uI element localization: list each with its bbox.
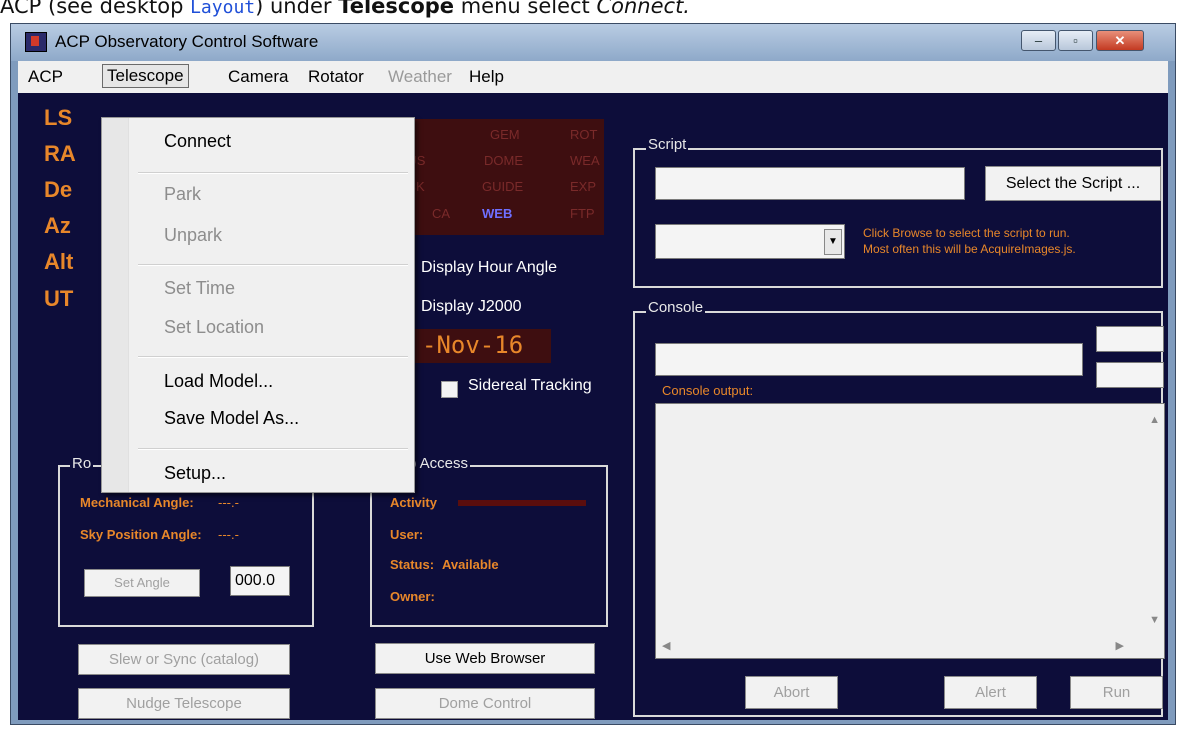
layout-link[interactable]: Layout: [190, 0, 255, 18]
caption-mid: ) under: [255, 0, 339, 18]
display-hour-angle-label[interactable]: Display Hour Angle: [421, 259, 557, 277]
label-lst: LS: [44, 105, 73, 130]
menu-acp[interactable]: ACP: [24, 66, 67, 88]
script-hint-line1: Click Browse to select the script to run…: [863, 226, 1070, 240]
sidereal-tracking-label: Sidereal Tracking: [468, 377, 592, 394]
indicator-exp: EXP: [570, 179, 597, 194]
status-indicator-grid: EV GEM ROT CUS DOME WEA ACK GUIDE EXP R …: [396, 119, 604, 235]
activity-label: Activity: [390, 495, 437, 510]
label-dec: De: [44, 177, 73, 202]
console-input[interactable]: [655, 343, 1083, 376]
sky-position-angle-label: Sky Position Angle:: [80, 527, 202, 542]
abort-button[interactable]: Abort: [745, 676, 838, 709]
menu-separator: [138, 172, 408, 174]
date-value: -Nov-16: [422, 331, 524, 359]
app-icon: [25, 32, 47, 52]
owner-label: Owner:: [390, 589, 435, 604]
menu-item-unpark[interactable]: Unpark: [164, 225, 222, 246]
menu-item-setup[interactable]: Setup...: [164, 463, 226, 484]
indicator-rot: ROT: [570, 127, 598, 142]
alert-button[interactable]: Alert: [944, 676, 1037, 709]
label-az: Az: [44, 213, 71, 238]
title-bar[interactable]: ACP Observatory Control Software – ▫ ✕: [11, 24, 1175, 61]
console-side-button-1[interactable]: [1096, 326, 1164, 352]
script-path-input[interactable]: [655, 167, 965, 200]
activity-bar: [458, 500, 586, 506]
instruction-caption: ACP (see desktop Layout) under Telescope…: [0, 0, 690, 18]
menu-weather[interactable]: Weather: [384, 66, 456, 88]
close-button[interactable]: ✕: [1096, 30, 1144, 51]
use-web-browser-button[interactable]: Use Web Browser: [375, 643, 595, 674]
slew-sync-button[interactable]: Slew or Sync (catalog): [78, 644, 290, 675]
menu-item-set-location[interactable]: Set Location: [164, 317, 264, 338]
run-button[interactable]: Run: [1070, 676, 1163, 709]
date-display: -Nov-16: [408, 329, 551, 363]
label-ut: UT: [44, 286, 74, 311]
menu-item-set-time[interactable]: Set Time: [164, 278, 235, 299]
script-hint-line2: Most often this will be AcquireImages.js…: [863, 242, 1076, 256]
label-alt: Alt: [44, 249, 74, 274]
select-script-button[interactable]: Select the Script ...: [985, 166, 1161, 201]
mechanical-angle-label: Mechanical Angle:: [80, 495, 194, 510]
chevron-down-icon[interactable]: ▼: [824, 229, 842, 255]
indicator-guide: GUIDE: [482, 179, 524, 194]
menu-bar: ACP Telescope Camera Rotator Weather Hel…: [18, 61, 1168, 93]
maximize-button[interactable]: ▫: [1058, 30, 1093, 51]
angle-input[interactable]: 000.0: [230, 566, 290, 596]
indicator-wea: WEA: [570, 153, 600, 168]
menu-camera[interactable]: Camera: [224, 66, 292, 88]
console-side-button-2[interactable]: [1096, 362, 1164, 388]
menu-rotator[interactable]: Rotator: [304, 66, 368, 88]
caption-after: menu select: [454, 0, 597, 18]
minimize-button[interactable]: –: [1021, 30, 1056, 51]
window-title: ACP Observatory Control Software: [55, 32, 319, 51]
indicator-gem: GEM: [490, 127, 520, 142]
label-ra: RA: [44, 141, 76, 166]
rotator-group-title: Ro: [70, 455, 94, 472]
indicator-ftp: FTP: [570, 206, 595, 221]
caption-lead: ACP (see desktop: [0, 0, 191, 18]
console-group-title: Console: [646, 299, 706, 316]
indicator-web: WEB: [482, 206, 513, 221]
script-dropdown[interactable]: ▼: [655, 224, 845, 259]
scroll-down-icon[interactable]: ▼: [1149, 614, 1160, 626]
menu-icon-gutter: [102, 118, 129, 492]
menu-item-load-model[interactable]: Load Model...: [164, 371, 273, 392]
sky-position-angle-value: ---.-: [218, 527, 239, 542]
menu-help[interactable]: Help: [465, 66, 508, 88]
display-j2000-label[interactable]: Display J2000: [421, 298, 522, 316]
dome-control-button[interactable]: Dome Control: [375, 688, 595, 719]
menu-item-park[interactable]: Park: [164, 184, 201, 205]
status-value: Available: [442, 557, 499, 572]
caption-italic: Connect.: [596, 0, 690, 18]
sidereal-tracking-checkbox[interactable]: [441, 381, 458, 398]
scroll-up-icon[interactable]: ▲: [1149, 414, 1160, 426]
menu-telescope[interactable]: Telescope: [102, 64, 189, 88]
menu-separator: [138, 264, 408, 266]
web-access-group-title: b Access: [406, 455, 471, 472]
nudge-telescope-button[interactable]: Nudge Telescope: [78, 688, 290, 719]
user-label: User:: [390, 527, 424, 542]
status-label: Status:: [390, 557, 435, 572]
caption-bold: Telescope: [338, 0, 455, 18]
indicator-dome: DOME: [484, 153, 523, 168]
menu-separator: [138, 356, 408, 358]
menu-separator: [138, 448, 408, 450]
console-output-label: Console output:: [662, 383, 754, 398]
menu-item-save-model-as[interactable]: Save Model As...: [164, 408, 299, 429]
scroll-right-icon[interactable]: ▶: [1116, 639, 1124, 652]
mechanical-angle-value: ---.-: [218, 495, 239, 510]
console-output-area[interactable]: ▲ ▼ ◀ ▶: [655, 403, 1165, 659]
set-angle-button[interactable]: Set Angle: [84, 569, 200, 597]
acp-window: ACP Observatory Control Software – ▫ ✕ A…: [10, 23, 1176, 725]
indicator-ca: CA: [432, 206, 451, 221]
scroll-left-icon[interactable]: ◀: [662, 639, 670, 652]
menu-item-connect[interactable]: Connect: [164, 131, 231, 152]
telescope-dropdown-menu: Connect Park Unpark Set Time Set Locatio…: [101, 117, 415, 493]
script-group-title: Script: [646, 136, 689, 153]
